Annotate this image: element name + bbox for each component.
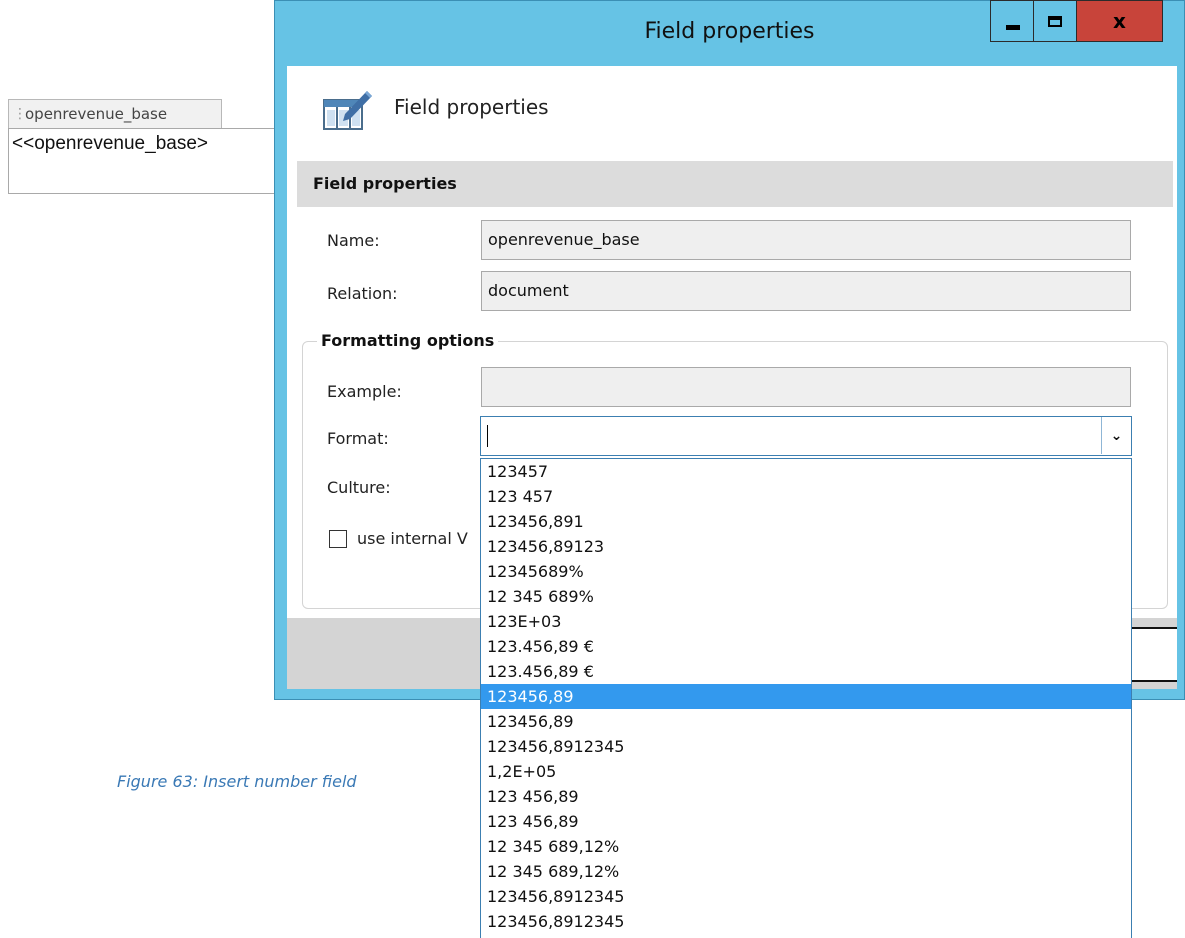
- name-label: Name:: [327, 231, 380, 250]
- internal-checkbox-label: use internal V: [357, 529, 468, 548]
- table-edit-icon: [323, 91, 372, 130]
- dropdown-option[interactable]: 123.456,89 €: [481, 659, 1131, 684]
- close-icon: x: [1113, 9, 1126, 33]
- dropdown-option[interactable]: 123456,8912345: [481, 909, 1131, 934]
- ok-button[interactable]: [1130, 627, 1177, 682]
- dropdown-option[interactable]: 123456,89123: [481, 534, 1131, 559]
- relation-label: Relation:: [327, 284, 398, 303]
- grip-icon[interactable]: ⋮: [13, 107, 27, 121]
- dropdown-option[interactable]: 123456,8912345: [481, 734, 1131, 759]
- dropdown-option[interactable]: 123 456,89: [481, 809, 1131, 834]
- dropdown-option[interactable]: 123457: [481, 459, 1131, 484]
- section-title: Field properties: [313, 174, 457, 193]
- dropdown-option[interactable]: 123 456,89: [481, 784, 1131, 809]
- relation-field[interactable]: document: [481, 271, 1131, 311]
- dropdown-option[interactable]: 12 345 689%: [481, 584, 1131, 609]
- example-field: [481, 367, 1131, 407]
- internal-checkbox[interactable]: [329, 530, 347, 548]
- content-control-tag[interactable]: ⋮ openrevenue_base: [8, 99, 222, 129]
- text-caret: [487, 425, 488, 447]
- dropdown-option[interactable]: 1,2E+05: [481, 759, 1131, 784]
- formatting-options-title: Formatting options: [317, 331, 499, 350]
- maximize-button[interactable]: [1033, 0, 1077, 42]
- example-label: Example:: [327, 382, 402, 401]
- figure-caption: Figure 63: Insert number field: [117, 772, 357, 791]
- dropdown-option[interactable]: 123456,89: [481, 684, 1131, 709]
- format-combobox[interactable]: ⌄: [480, 416, 1132, 456]
- close-button[interactable]: x: [1077, 0, 1163, 42]
- dropdown-option[interactable]: 123456,8912345: [481, 884, 1131, 909]
- dropdown-button[interactable]: ⌄: [1101, 417, 1131, 454]
- format-dropdown-list[interactable]: 123457 123 457 123456,891 123456,89123 12345…: [480, 458, 1132, 938]
- maximize-icon: [1048, 15, 1062, 27]
- dropdown-option[interactable]: 123456,891: [481, 509, 1131, 534]
- dropdown-option[interactable]: 123456,89: [481, 709, 1131, 734]
- content-control-tag-label: openrevenue_base: [25, 105, 168, 123]
- dropdown-option[interactable]: 123.456,89 €: [481, 634, 1131, 659]
- dropdown-option[interactable]: 12 345 689,12%: [481, 859, 1131, 884]
- chevron-down-icon: ⌄: [1110, 427, 1123, 444]
- format-label: Format:: [327, 429, 389, 448]
- culture-label: Culture:: [327, 478, 391, 497]
- header-title: Field properties: [394, 95, 549, 119]
- dropdown-option[interactable]: 12345689%: [481, 559, 1131, 584]
- dropdown-option[interactable]: 123 457: [481, 484, 1131, 509]
- content-control-text[interactable]: <<openrevenue_base>: [12, 133, 208, 155]
- dropdown-option[interactable]: 12 345 689,12%: [481, 834, 1131, 859]
- dropdown-option[interactable]: 123E+03: [481, 609, 1131, 634]
- name-field[interactable]: openrevenue_base: [481, 220, 1131, 260]
- minimize-icon: [1005, 24, 1020, 30]
- minimize-button[interactable]: [990, 0, 1034, 42]
